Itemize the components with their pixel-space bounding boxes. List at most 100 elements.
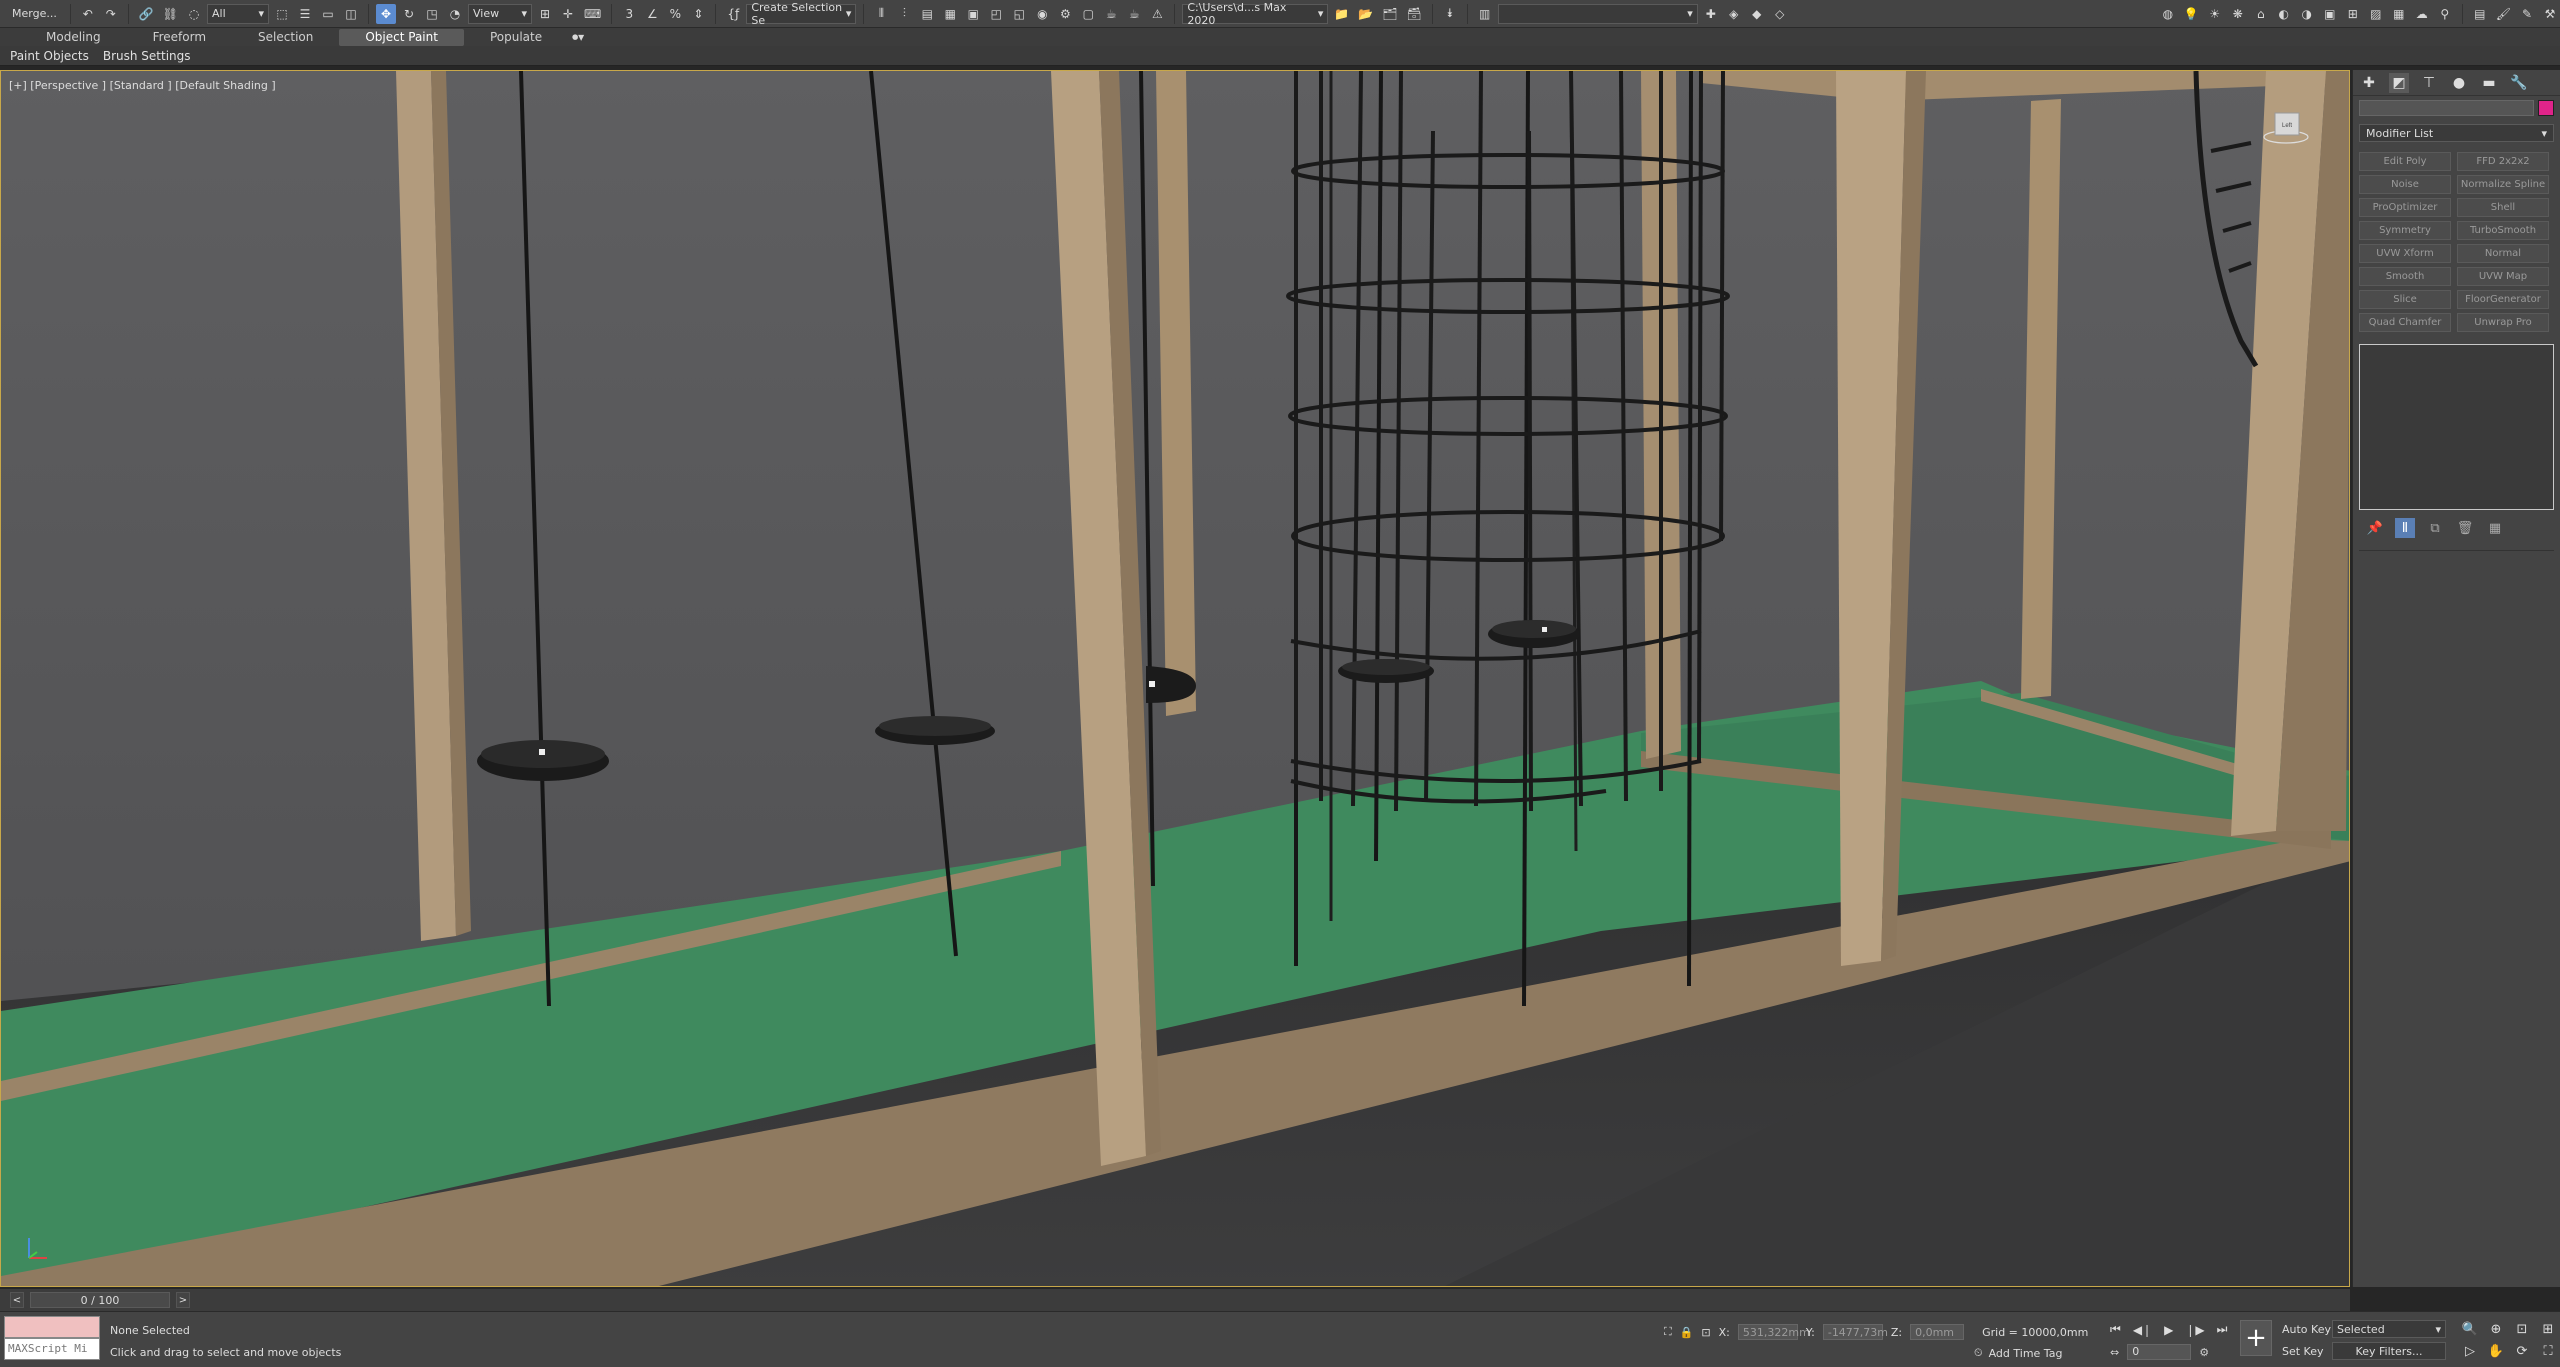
edit-named-selection-icon[interactable]: {ƒ — [723, 4, 743, 24]
modifier-button[interactable]: ProOptimizer — [2359, 198, 2451, 217]
grid-icon[interactable]: ⊞ — [2343, 4, 2363, 24]
undo-icon[interactable]: ↶ — [78, 4, 98, 24]
pan-icon[interactable]: ✋ — [2486, 1342, 2506, 1360]
modifier-button[interactable]: Shell — [2457, 198, 2549, 217]
zoom-extents-all-icon[interactable]: ⊞ — [2538, 1320, 2558, 1338]
render-iterative-icon[interactable]: ☕ — [1124, 4, 1144, 24]
warning-icon[interactable]: ⚠ — [1147, 4, 1167, 24]
select-and-rotate-icon[interactable]: ↻ — [399, 4, 419, 24]
pivot-center-icon[interactable]: ⊞ — [535, 4, 555, 24]
plugin-a-icon[interactable]: ✚ — [1701, 4, 1721, 24]
maximize-viewport-icon[interactable]: ⛶ — [2538, 1342, 2558, 1360]
modifier-button[interactable]: Unwrap Pro — [2457, 313, 2549, 332]
create-tab-icon[interactable]: ✚ — [2359, 73, 2379, 93]
object-color-swatch[interactable] — [2538, 100, 2554, 116]
autodesk-icon[interactable]: ◍ — [2158, 4, 2178, 24]
field-of-view-icon[interactable]: ▷ — [2460, 1342, 2480, 1360]
next-frame-icon[interactable]: ❘▶ — [2185, 1323, 2204, 1337]
window-crossing-icon[interactable]: ◫ — [341, 4, 361, 24]
material-icon[interactable]: ◐ — [2274, 4, 2294, 24]
plugin-d-icon[interactable]: ◇ — [1770, 4, 1790, 24]
add-time-tag[interactable]: ⏲ Add Time Tag — [1974, 1346, 2062, 1360]
bulb-icon[interactable]: ⚲ — [2435, 4, 2455, 24]
tab-modeling[interactable]: Modeling — [20, 29, 127, 46]
absolute-mode-icon[interactable]: ⊡ — [1701, 1326, 1710, 1339]
redo-icon[interactable]: ↷ — [101, 4, 121, 24]
pin-stack-icon[interactable]: 📌 — [2365, 518, 2385, 538]
tab-selection[interactable]: Selection — [232, 29, 339, 46]
bind-space-warp-icon[interactable]: ◌ — [184, 4, 204, 24]
display-tab-icon[interactable]: ▬ — [2479, 73, 2499, 93]
plugin-b-icon[interactable]: ◈ — [1724, 4, 1744, 24]
script-icon[interactable]: ▤ — [2470, 4, 2490, 24]
select-and-scale-icon[interactable]: ◳ — [422, 4, 442, 24]
curve-editor-icon[interactable]: ◰ — [986, 4, 1006, 24]
object-name-field[interactable] — [2359, 100, 2535, 116]
lock-selection-icon[interactable]: 🔒 — [1680, 1326, 1694, 1339]
spinner-snap-icon[interactable]: ⇕ — [688, 4, 708, 24]
current-frame-field[interactable]: 0 — [2127, 1344, 2192, 1360]
tools-icon[interactable]: ⚒ — [2540, 4, 2560, 24]
workspace-icon[interactable]: ▥ — [1475, 4, 1495, 24]
zoom-extents-icon[interactable]: ⊡ — [2512, 1320, 2532, 1338]
modifier-button[interactable]: Normalize Spline — [2457, 175, 2549, 194]
key-filters-button[interactable]: Key Filters... — [2332, 1342, 2446, 1360]
link-icon[interactable]: 🔗 — [136, 4, 157, 24]
project-folder-dropdown[interactable]: C:\Users\d...s Max 2020 ▾ — [1182, 1, 1329, 27]
edit-icon[interactable]: ✎ — [2517, 4, 2537, 24]
set-keys-icon[interactable]: + — [2240, 1320, 2272, 1356]
align-icon[interactable]: ⫶ — [894, 4, 914, 24]
modifier-button[interactable]: UVW Xform — [2359, 244, 2451, 263]
expand-toolbar-icon[interactable]: ⯯ — [1440, 4, 1460, 24]
layout-icon[interactable]: ▦ — [2389, 4, 2409, 24]
folder-tools-icon[interactable]: 🗃 — [1403, 4, 1424, 24]
key-mode-dropdown[interactable]: Selected ▾ — [2332, 1320, 2446, 1338]
texture-icon[interactable]: ▨ — [2366, 4, 2386, 24]
merge-button[interactable]: Merge... — [6, 4, 63, 24]
material-editor-icon[interactable]: ◉ — [1032, 4, 1052, 24]
render-production-icon[interactable]: ☕ — [1101, 4, 1121, 24]
keyboard-shortcut-override-icon[interactable]: ⌨ — [581, 4, 604, 24]
auto-key-button[interactable]: Auto Key — [2282, 1320, 2331, 1338]
z-coordinate-field[interactable]: 0,0mm — [1910, 1324, 1965, 1340]
set-key-button[interactable]: Set Key — [2282, 1342, 2331, 1360]
open-folder-icon[interactable]: 📁 — [1331, 4, 1352, 24]
toggle-scene-explorer-icon[interactable]: ▤ — [917, 4, 937, 24]
go-to-end-icon[interactable]: ⏭ — [2217, 1322, 2228, 1337]
modifier-button[interactable]: Symmetry — [2359, 221, 2451, 240]
modifier-list-dropdown[interactable]: Modifier List ▾ — [2359, 124, 2554, 142]
paint-objects-button[interactable]: Paint Objects — [10, 49, 89, 63]
frame-buffer-icon[interactable]: ▣ — [2320, 4, 2340, 24]
reference-coordinate-dropdown[interactable]: View ▾ — [468, 3, 533, 24]
play-icon[interactable]: ▶ — [2164, 1323, 2173, 1337]
hierarchy-tab-icon[interactable]: ⊤ — [2419, 73, 2439, 93]
percent-snap-icon[interactable]: % — [665, 4, 685, 24]
isolate-selection-icon[interactable]: ⛶ — [1664, 1325, 1672, 1339]
plugin-c-icon[interactable]: ◆ — [1747, 4, 1767, 24]
viewport-label-menu[interactable]: [+] [Perspective ] [Standard ] [Default … — [9, 79, 276, 92]
key-mode-toggle-icon[interactable]: ⇔ — [2110, 1346, 2119, 1359]
previous-frame-icon[interactable]: ◀❘ — [2133, 1323, 2152, 1337]
toggle-ribbon-icon[interactable]: ▣ — [963, 4, 983, 24]
maxscript-input[interactable]: MAXScript Mi — [4, 1338, 100, 1360]
show-end-result-icon[interactable]: Ⅱ — [2395, 518, 2415, 538]
workspace-dropdown[interactable]: ▾ — [1497, 3, 1698, 24]
snaps-toggle-icon[interactable]: 3 — [619, 4, 639, 24]
zoom-icon[interactable]: 🔍 — [2460, 1320, 2480, 1338]
y-coordinate-field[interactable]: -1477,73m — [1822, 1324, 1888, 1340]
paint-icon[interactable]: 🖌 — [2493, 4, 2514, 24]
save-folder-icon[interactable]: 📂 — [1355, 4, 1376, 24]
zoom-all-icon[interactable]: ⊕ — [2486, 1320, 2506, 1338]
schematic-view-icon[interactable]: ◱ — [1009, 4, 1029, 24]
maxscript-output[interactable] — [4, 1316, 100, 1338]
sun-icon[interactable]: ☀ — [2205, 4, 2225, 24]
modifier-stack[interactable] — [2359, 344, 2554, 510]
viewcube[interactable]: Left — [2263, 107, 2309, 147]
rendered-frame-window-icon[interactable]: ▢ — [1078, 4, 1098, 24]
remove-modifier-icon[interactable]: 🗑 — [2455, 518, 2475, 538]
scatter-icon[interactable]: ❋ — [2228, 4, 2248, 24]
selection-filter-dropdown[interactable]: All ▾ — [207, 3, 270, 24]
rectangle-selection-icon[interactable]: ▭ — [318, 4, 338, 24]
cloud-icon[interactable]: ☁ — [2412, 4, 2432, 24]
named-selection-set-dropdown[interactable]: Create Selection Se ▾ — [746, 1, 857, 27]
